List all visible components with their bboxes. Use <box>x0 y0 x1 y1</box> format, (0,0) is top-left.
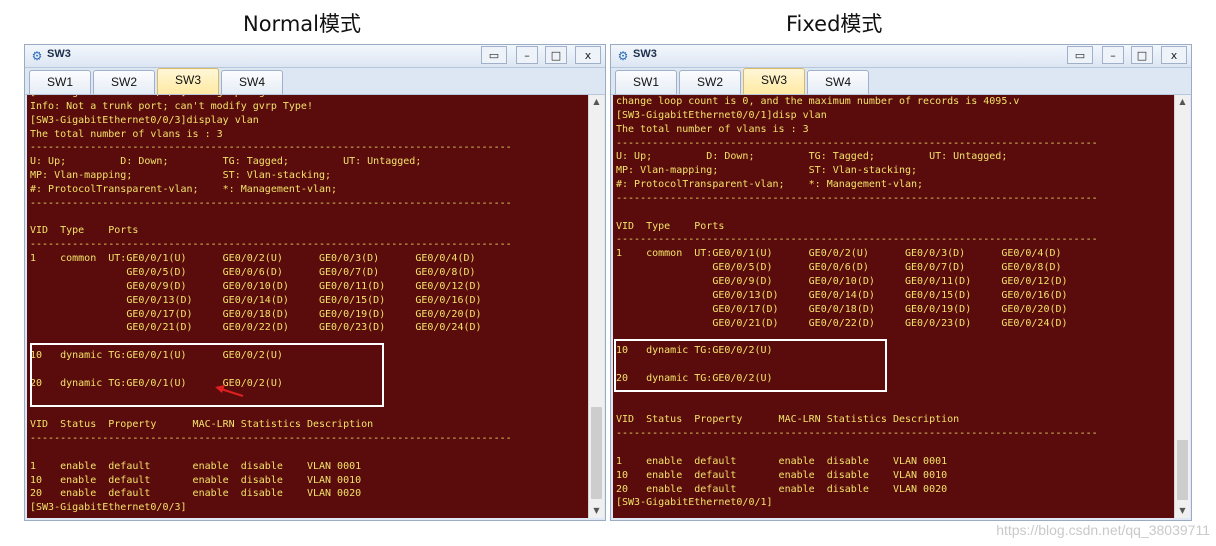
right-terminal-window: ⚙ SW3 ▭ – □ x SW1 SW2 SW3 SW4 change loo… <box>610 44 1192 521</box>
restore-button[interactable]: ▭ <box>1067 46 1093 64</box>
tab-sw4[interactable]: SW4 <box>221 70 283 94</box>
window-title: SW3 <box>633 48 657 60</box>
scroll-thumb[interactable] <box>591 407 602 499</box>
terminal-output[interactable]: change loop count is 0, and the maximum … <box>613 95 1174 518</box>
app-icon: ⚙ <box>31 49 43 63</box>
minimize-button[interactable]: – <box>1102 46 1124 64</box>
maximize-button[interactable]: □ <box>545 46 567 64</box>
scroll-thumb[interactable] <box>1177 440 1188 500</box>
vertical-scrollbar[interactable]: ▲ ▼ <box>588 95 604 518</box>
right-titlebar[interactable]: ⚙ SW3 ▭ – □ x <box>611 45 1191 68</box>
scroll-down-icon[interactable]: ▼ <box>1175 504 1190 518</box>
tab-sw1[interactable]: SW1 <box>615 70 677 94</box>
close-button[interactable]: x <box>575 46 601 64</box>
maximize-button[interactable]: □ <box>1131 46 1153 64</box>
terminal-output[interactable]: [SW3-GigabitEthernet0/0/3]undo gvrp regi… <box>27 95 588 518</box>
scroll-up-icon[interactable]: ▲ <box>1175 95 1190 109</box>
tab-sw3[interactable]: SW3 <box>743 68 805 94</box>
terminal-text: change loop count is 0, and the maximum … <box>616 96 1098 509</box>
terminal-text: [SW3-GigabitEthernet0/0/3]undo gvrp regi… <box>30 95 512 514</box>
annotation-arrow-icon <box>215 385 244 397</box>
left-terminal-window: ⚙ SW3 ▭ – □ x SW1 SW2 SW3 SW4 [SW3-Gigab… <box>24 44 606 521</box>
watermark: https://blog.csdn.net/qq_38039711 <box>996 522 1210 538</box>
device-tabs: SW1 SW2 SW3 SW4 <box>611 68 1191 95</box>
close-button[interactable]: x <box>1161 46 1187 64</box>
tab-sw4[interactable]: SW4 <box>807 70 869 94</box>
vertical-scrollbar[interactable]: ▲ ▼ <box>1174 95 1190 518</box>
app-icon: ⚙ <box>617 49 629 63</box>
minimize-button[interactable]: – <box>516 46 538 64</box>
window-title: SW3 <box>47 48 71 60</box>
tab-sw2[interactable]: SW2 <box>679 70 741 94</box>
device-tabs: SW1 SW2 SW3 SW4 <box>25 68 605 95</box>
dynamic-vlan-highlight <box>30 343 384 407</box>
right-caption: Fixed模式 <box>786 12 883 36</box>
restore-button[interactable]: ▭ <box>481 46 507 64</box>
left-caption: Normal模式 <box>243 12 361 36</box>
dynamic-vlan-highlight <box>614 339 887 392</box>
left-titlebar[interactable]: ⚙ SW3 ▭ – □ x <box>25 45 605 68</box>
scroll-down-icon[interactable]: ▼ <box>589 504 604 518</box>
tab-sw3[interactable]: SW3 <box>157 68 219 94</box>
tab-sw2[interactable]: SW2 <box>93 70 155 94</box>
tab-sw1[interactable]: SW1 <box>29 70 91 94</box>
scroll-up-icon[interactable]: ▲ <box>589 95 604 109</box>
